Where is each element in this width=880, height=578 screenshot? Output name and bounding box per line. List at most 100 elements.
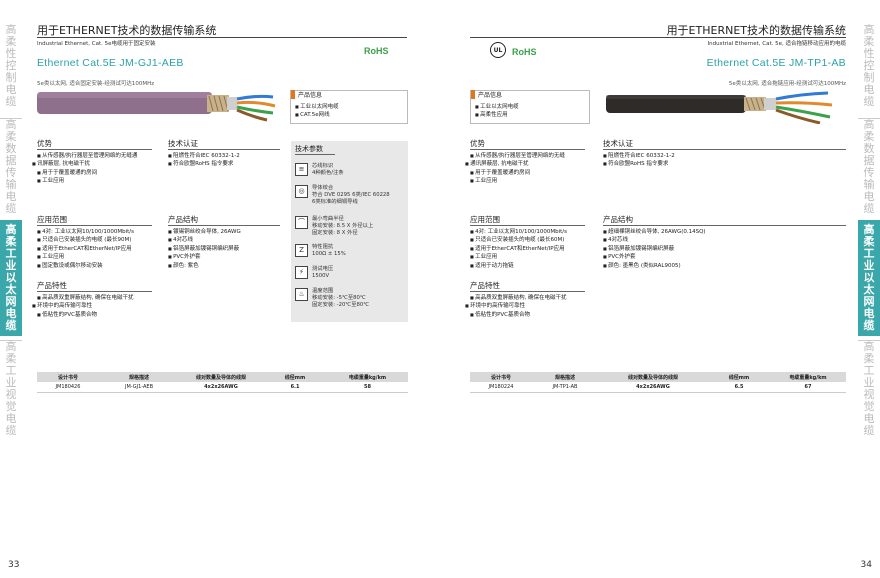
icon-glyph: ⌒ bbox=[298, 218, 305, 227]
page-number: 34 bbox=[860, 560, 872, 570]
tech-params-panel: 技术参数 ≡ 芯线标识 4种颜色/注条 ◎ 导体绞合 符合 DVE 0295 6类/… bbox=[291, 141, 408, 322]
table-header: 线对数量及导体的线规 bbox=[598, 372, 708, 382]
list-item: 工业应用 bbox=[470, 253, 567, 261]
side-tab-control-cable[interactable]: 高柔性控制电缆 bbox=[858, 18, 880, 114]
table-cell: JM180426 bbox=[37, 382, 99, 393]
list-item: 环境中的高传输可靠性 bbox=[32, 302, 134, 310]
product-name: Ethernet Cat.5E JM-TP1-AB bbox=[706, 57, 846, 69]
tech-value: 100Ω ± 15% bbox=[312, 250, 346, 257]
section-rule bbox=[295, 154, 335, 155]
table-cell: JM-GJ1-AEB bbox=[99, 382, 179, 393]
certification-title: 技术认证 bbox=[168, 139, 198, 148]
tech-row: ⌒ 最小弯曲半径 移动安装: 8.5 X 外径以上 固定安装: 8 X 外径 bbox=[295, 216, 373, 236]
side-tab-label: 高柔工业以太网电缆 bbox=[5, 223, 17, 332]
header-subtitle: Industrial Ethernet, Cat. 5e, 适合拖链移动应用的电… bbox=[707, 41, 846, 47]
header-title: 用于ETHERNET技术的数据传输系统 bbox=[37, 24, 217, 37]
table-cell: 4x2x26AWG bbox=[598, 382, 708, 393]
list-item: 符合欧盟RoHS 指令要求 bbox=[603, 160, 675, 168]
tech-label: 芯线标识 bbox=[312, 163, 334, 169]
structure-list: 超细裸铜丝绞合导体, 26AWG(0.14SQ) 4对芯线 铝箔屏蔽加镀锡铜编织… bbox=[603, 228, 706, 270]
side-tab-vision-cable[interactable]: 高柔工业视觉电缆 bbox=[0, 341, 22, 437]
list-item: 工业以太网电缆 bbox=[475, 103, 519, 111]
icon-glyph: ≡ bbox=[298, 165, 305, 174]
side-tab-label: 高柔性控制电缆 bbox=[5, 23, 17, 108]
side-tab-data-cable[interactable]: 高柔数据传输电缆 bbox=[0, 119, 22, 215]
section-rule bbox=[603, 149, 846, 150]
list-item: 通讯屏蔽层, 抗电磁干扰 bbox=[465, 160, 565, 168]
header-subtitle: Industrial Ethernet, Cat. 5e电缆用于固定安装 bbox=[37, 41, 156, 47]
list-item: 4对芯线 bbox=[603, 236, 706, 244]
product-name: Ethernet Cat.5E JM-GJ1-AEB bbox=[37, 57, 184, 69]
list-item: 阻燃性符合IEC 60332-1-2 bbox=[603, 152, 675, 160]
info-title: 产品信息 bbox=[298, 92, 323, 99]
side-tab-label: 高柔数据传输电缆 bbox=[5, 118, 17, 215]
list-item: 环境中的高传输可靠性 bbox=[465, 302, 567, 310]
list-item: PVC外护套 bbox=[168, 253, 241, 261]
list-item: 用于于覆盖暖通的房间 bbox=[470, 169, 565, 177]
info-list: 工业以太网电缆 高柔性应用 bbox=[475, 103, 519, 120]
tech-value: 移动安装: -5℃至80℃ bbox=[312, 294, 366, 301]
advantages-list: 从传感器/执行器层至管理网络的无缝通 讯屏蔽层, 抗电磁干扰 用于于覆盖暖通的房… bbox=[37, 152, 137, 186]
tech-label: 测试电压 bbox=[312, 266, 334, 272]
spec-table: 设计书号 规格描述 线对数量及导体的线规 线径mm 电缆重量kg/km JM18… bbox=[37, 372, 408, 393]
section-rule bbox=[470, 149, 585, 150]
info-title: 产品信息 bbox=[478, 92, 503, 99]
info-marker-icon bbox=[471, 90, 475, 99]
tech-value: 固定安装: -20℃至80℃ bbox=[312, 301, 370, 308]
table-header: 规格描述 bbox=[532, 372, 598, 382]
side-tab-ethernet-cable[interactable]: 高柔工业以太网电缆 bbox=[858, 220, 880, 336]
list-item: PVC外护套 bbox=[603, 253, 706, 261]
product-info-box: 产品信息 工业以太网电缆 高柔性应用 bbox=[470, 90, 590, 124]
application-range-title: 应用范围 bbox=[37, 215, 67, 224]
bend-radius-icon: ⌒ bbox=[295, 216, 308, 229]
table-cell: 6.5 bbox=[708, 382, 770, 393]
cable-image bbox=[606, 91, 833, 124]
side-tab-ethernet-cable[interactable]: 高柔工业以太网电缆 bbox=[0, 220, 22, 336]
features-list: 高品质双重屏蔽结构, 确保在电磁干扰 环境中的高传输可靠性 低粘性的PVC基质合… bbox=[470, 294, 567, 319]
tech-label: 导体绞合 bbox=[312, 185, 334, 191]
features-title: 产品特性 bbox=[37, 281, 67, 290]
list-item: 从传感器/执行器层至管理网络的无缝 bbox=[470, 152, 565, 160]
list-item: 低粘性的PVC基质合物 bbox=[470, 311, 567, 319]
side-tab-data-cable[interactable]: 高柔数据传输电缆 bbox=[858, 119, 880, 215]
list-item: 铝箔屏蔽加镀锡铜编织屏蔽 bbox=[603, 245, 706, 253]
advantages-list: 从传感器/执行器层至管理网络的无缝 通讯屏蔽层, 抗电磁干扰 用于于覆盖暖通的房… bbox=[470, 152, 565, 186]
structure-title: 产品结构 bbox=[168, 215, 198, 224]
table-cell: 6.1 bbox=[263, 382, 327, 393]
advantages-title: 优势 bbox=[470, 139, 485, 148]
list-item: 4对芯线 bbox=[168, 236, 241, 244]
tech-value: 1500V bbox=[312, 272, 330, 279]
icon-glyph: ◎ bbox=[298, 187, 305, 196]
list-item: 超细裸铜丝绞合导体, 26AWG(0.14SQ) bbox=[603, 228, 706, 236]
info-header: 产品信息 bbox=[471, 90, 502, 99]
rohs-logo: RoHS bbox=[364, 46, 389, 56]
list-item: 只适合已安装插头的电缆 (最长90M) bbox=[37, 236, 134, 244]
side-tab-label: 高柔数据传输电缆 bbox=[863, 118, 875, 215]
list-item: 用于于覆盖暖通的房间 bbox=[37, 169, 137, 177]
certification-title: 技术认证 bbox=[603, 139, 633, 148]
list-item: 高品质双重屏蔽结构, 确保在电磁干扰 bbox=[470, 294, 567, 302]
side-tab-vision-cable[interactable]: 高柔工业视觉电缆 bbox=[858, 341, 880, 437]
product-info-box: 产品信息 工业以太网电缆 CAT.5e网线 bbox=[290, 90, 408, 124]
list-item: 符合欧盟RoHS 指令要求 bbox=[168, 160, 240, 168]
table-header: 设计书号 bbox=[37, 372, 99, 382]
core-marking-icon: ≡ bbox=[295, 163, 308, 176]
list-item: 从传感器/执行器层至管理网络的无缝通 bbox=[37, 152, 137, 160]
list-item: 工业应用 bbox=[37, 253, 134, 261]
ul-mark: UL bbox=[493, 46, 503, 54]
tech-value: 固定安装: 8 X 外径 bbox=[312, 229, 358, 236]
ul-certification-logo: UL bbox=[490, 42, 506, 58]
list-item: CAT.5e网线 bbox=[295, 111, 339, 119]
features-list: 高品质双重屏蔽结构, 确保在电磁干扰 环境中的高传输可靠性 低粘性的PVC基质合… bbox=[37, 294, 134, 319]
tech-value: 符合 DVE 0295 6类/IEC 60228 bbox=[312, 191, 390, 198]
icon-glyph: Z bbox=[299, 246, 304, 255]
list-item: 高柔性应用 bbox=[475, 111, 519, 119]
conductor-icon: ◎ bbox=[295, 185, 308, 198]
table-row: JM180224 JM-TP1-AB 4x2x26AWG 6.5 67 bbox=[470, 382, 846, 393]
tech-row: Z 特性阻抗 100Ω ± 15% bbox=[295, 244, 346, 258]
side-tab-control-cable[interactable]: 高柔性控制电缆 bbox=[0, 18, 22, 114]
right-page: 高柔性控制电缆 高柔数据传输电缆 高柔工业以太网电缆 高柔工业视觉电缆 用于ET… bbox=[440, 0, 880, 578]
table-header: 设计书号 bbox=[470, 372, 532, 382]
side-tab-label: 高柔工业以太网电缆 bbox=[863, 223, 875, 332]
application-range-list: 4对: 工业以太网10/100/1000Mbit/s 只适合已安装插头的电缆 (… bbox=[37, 228, 134, 270]
